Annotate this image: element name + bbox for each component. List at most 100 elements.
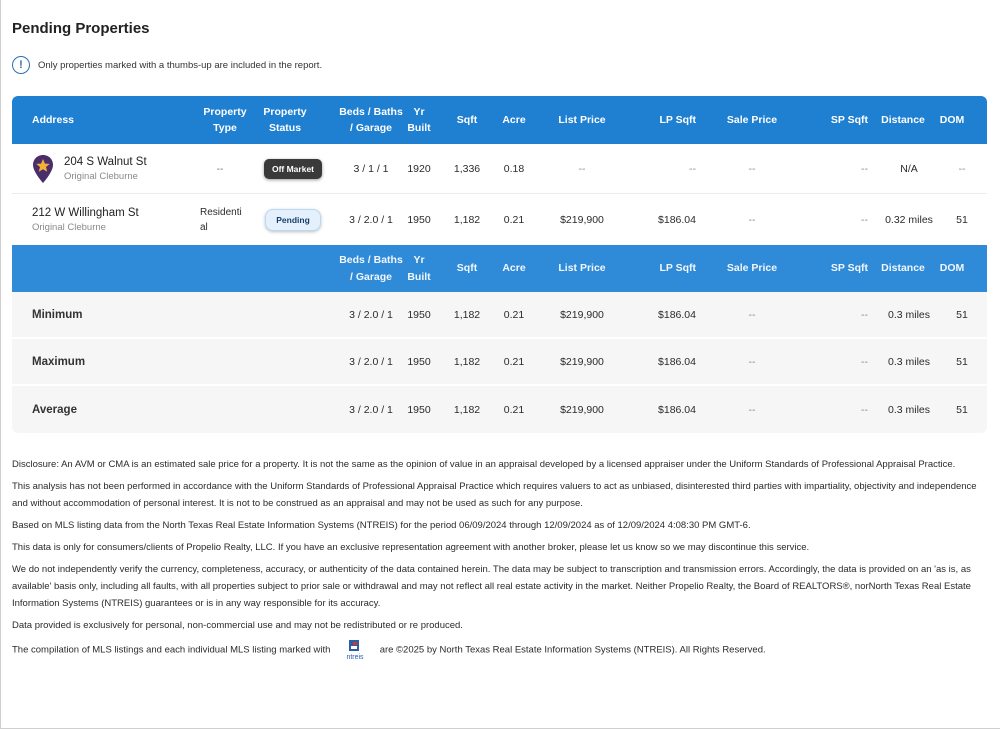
acre: 0.21 — [503, 355, 525, 368]
info-icon: ! — [12, 56, 30, 74]
col-beds-baths-garage[interactable]: Beds / Baths / Garage — [338, 96, 404, 144]
col-sale-price[interactable]: Sale Price — [714, 96, 790, 144]
property-row[interactable]: 204 S Walnut St Original Cleburne -- Off… — [12, 144, 987, 194]
stat-label: Average — [32, 403, 77, 416]
page-title: Pending Properties — [12, 20, 150, 37]
info-text: Only properties marked with a thumbs-up … — [38, 59, 323, 71]
col-yr-built: Yr Built — [407, 254, 431, 283]
stats-row-maximum: Maximum 3 / 2.0 / 1 1950 1,182 0.21 $219… — [12, 339, 987, 386]
col-yr-built[interactable]: Yr Built — [404, 96, 434, 144]
col-distance: Distance — [881, 262, 925, 275]
property-type: Residential — [200, 206, 242, 233]
col-sp-sqft: SP Sqft — [830, 262, 868, 275]
sqft: 1,182 — [453, 403, 481, 416]
sqft: 1,182 — [453, 355, 481, 368]
stat-label: Maximum — [32, 355, 86, 368]
info-note: ! Only properties marked with a thumbs-u… — [12, 56, 322, 74]
col-property-status[interactable]: Property Status — [258, 96, 312, 144]
lp-sqft: -- — [689, 162, 696, 175]
dom: 51 — [956, 355, 968, 368]
property-address[interactable]: 204 S Walnut St — [64, 156, 147, 168]
sale-price: -- — [748, 162, 756, 175]
col-list-price: List Price — [558, 262, 606, 275]
list-price: $219,900 — [560, 308, 604, 321]
beds-baths-garage: 3 / 2.0 / 1 — [349, 355, 393, 368]
sqft: 1,182 — [453, 308, 481, 321]
distance: N/A — [900, 162, 918, 175]
col-address[interactable]: Address — [32, 96, 172, 144]
year-built: 1950 — [407, 213, 431, 226]
status-badge: Pending — [265, 208, 321, 231]
disclaimer-paragraph: Based on MLS listing data from the North… — [12, 520, 751, 531]
stats-row-average: Average 3 / 2.0 / 1 1950 1,182 0.21 $219… — [12, 386, 987, 433]
property-row[interactable]: 212 W Willingham St Original Cleburne Re… — [12, 194, 987, 245]
properties-table: Address Property Type Property Status Be… — [12, 96, 987, 433]
year-built: 1950 — [407, 403, 431, 416]
sp-sqft: -- — [861, 308, 868, 321]
disclaimer-paragraph: This analysis has not been performed in … — [12, 481, 977, 509]
disclaimer-paragraph: We do not independently verify the curre… — [12, 564, 971, 609]
status-badge: Off Market — [263, 158, 323, 179]
col-sqft[interactable]: Sqft — [448, 96, 486, 144]
dom: 51 — [956, 403, 968, 416]
dom: -- — [958, 162, 966, 175]
col-lp-sqft: LP Sqft — [659, 262, 696, 275]
year-built: 1920 — [407, 162, 431, 175]
stats-row-minimum: Minimum 3 / 2.0 / 1 1950 1,182 0.21 $219… — [12, 292, 987, 339]
table-header: Address Property Type Property Status Be… — [12, 96, 987, 144]
compilation-notice: The compilation of MLS listings and each… — [12, 639, 980, 661]
disclaimer-paragraph: Data provided is exclusively for persona… — [12, 620, 463, 631]
lp-sqft: $186.04 — [658, 213, 696, 226]
disclaimer: Disclosure: An AVM or CMA is an estimate… — [12, 456, 980, 666]
dom: 51 — [956, 213, 968, 226]
col-dom: DOM — [939, 262, 965, 275]
list-price: $219,900 — [560, 213, 604, 226]
acre: 0.18 — [503, 162, 525, 175]
svg-text:ntreis: ntreis — [346, 654, 364, 661]
col-lp-sqft[interactable]: LP Sqft — [642, 96, 696, 144]
property-type: -- — [216, 162, 224, 175]
sp-sqft: -- — [861, 403, 868, 416]
sp-sqft: -- — [861, 213, 868, 226]
map-pin-icon — [33, 154, 53, 183]
sale-price: -- — [748, 355, 756, 368]
property-subdivision: Original Cleburne — [64, 170, 138, 182]
col-sqft: Sqft — [456, 262, 478, 275]
sqft: 1,182 — [453, 213, 481, 226]
col-distance[interactable]: Distance — [874, 96, 932, 144]
distance: 0.3 miles — [887, 355, 930, 368]
property-subdivision: Original Cleburne — [32, 221, 106, 233]
list-price: $219,900 — [560, 355, 604, 368]
acre: 0.21 — [503, 213, 525, 226]
distance: 0.3 miles — [887, 308, 930, 321]
col-acre[interactable]: Acre — [494, 96, 534, 144]
beds-baths-garage: 3 / 2.0 / 1 — [349, 213, 393, 226]
col-beds-baths-garage: Beds / Baths / Garage — [339, 254, 403, 283]
col-property-type[interactable]: Property Type — [198, 96, 252, 144]
lp-sqft: $186.04 — [658, 403, 696, 416]
property-address[interactable]: 212 W Willingham St — [32, 207, 139, 219]
dom: 51 — [956, 308, 968, 321]
sale-price: -- — [748, 308, 756, 321]
distance: 0.3 miles — [887, 403, 930, 416]
distance: 0.32 miles — [885, 213, 933, 226]
year-built: 1950 — [407, 308, 431, 321]
col-list-price[interactable]: List Price — [544, 96, 620, 144]
stats-header: Beds / Baths / Garage Yr Built Sqft Acre… — [12, 245, 987, 292]
ntreis-logo: ntreis — [346, 640, 364, 661]
disclaimer-paragraph: Disclosure: An AVM or CMA is an estimate… — [12, 459, 956, 470]
lp-sqft: $186.04 — [658, 308, 696, 321]
acre: 0.21 — [503, 308, 525, 321]
col-sale-price: Sale Price — [726, 262, 778, 275]
lp-sqft: $186.04 — [658, 355, 696, 368]
col-sp-sqft[interactable]: SP Sqft — [812, 96, 868, 144]
list-price: $219,900 — [560, 403, 604, 416]
sp-sqft: -- — [861, 162, 868, 175]
disclaimer-paragraph: This data is only for consumers/clients … — [12, 542, 810, 553]
sale-price: -- — [748, 213, 756, 226]
acre: 0.21 — [503, 403, 525, 416]
sp-sqft: -- — [861, 355, 868, 368]
beds-baths-garage: 3 / 1 / 1 — [353, 162, 389, 175]
col-dom[interactable]: DOM — [932, 96, 972, 144]
sale-price: -- — [748, 403, 756, 416]
